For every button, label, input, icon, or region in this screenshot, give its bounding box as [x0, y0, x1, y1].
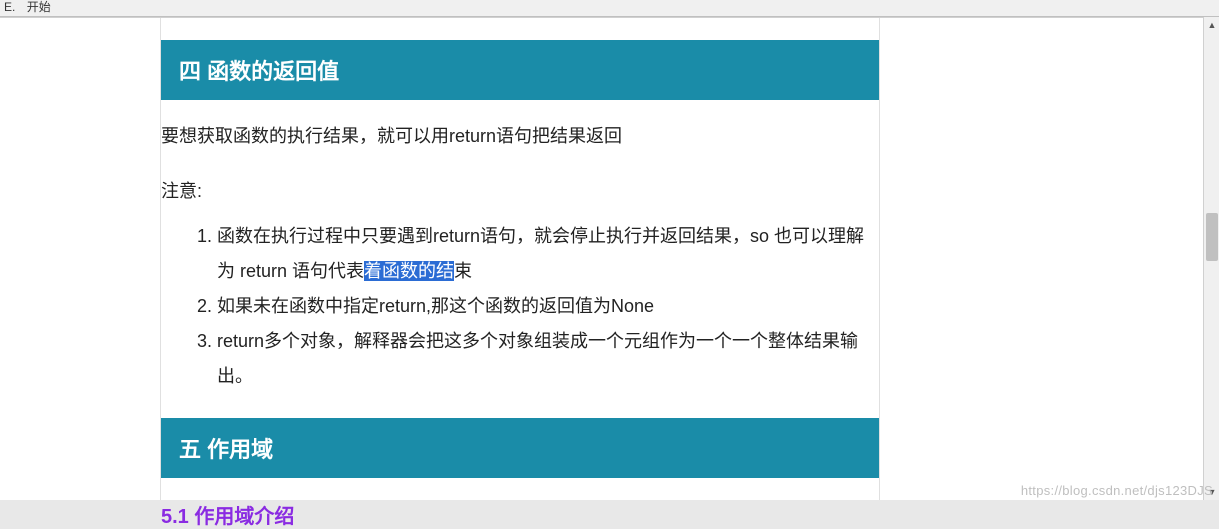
window-titlebar: E. 开始: [0, 0, 1219, 17]
note-1-pre: 函数在执行过程中只要遇到return语句，就会停止执行并返回结果，so 也可以理…: [217, 226, 864, 281]
menu-item-e[interactable]: E.: [4, 0, 15, 14]
list-item: 函数在执行过程中只要遇到return语句，就会停止执行并返回结果，so 也可以理…: [217, 219, 879, 289]
section-4-heading: 四 函数的返回值: [161, 40, 879, 100]
section-4-intro: 要想获取函数的执行结果，就可以用return语句把结果返回: [161, 122, 879, 151]
note-label: 注意:: [161, 177, 879, 203]
scroll-track[interactable]: [1204, 33, 1219, 484]
note-1-post: 束: [454, 261, 472, 281]
note-1-highlight[interactable]: 着函数的结: [364, 261, 454, 281]
document-viewport: 四 函数的返回值 要想获取函数的执行结果，就可以用return语句把结果返回 注…: [0, 17, 1219, 500]
scroll-thumb[interactable]: [1206, 213, 1218, 261]
document-page: 四 函数的返回值 要想获取函数的执行结果，就可以用return语句把结果返回 注…: [160, 18, 880, 500]
notes-list: 函数在执行过程中只要遇到return语句，就会停止执行并返回结果，so 也可以理…: [217, 219, 879, 394]
list-item: 如果未在函数中指定return,那这个函数的返回值为None: [217, 289, 879, 324]
scroll-up-arrow-icon[interactable]: ▲: [1204, 17, 1219, 33]
menu-item-start[interactable]: 开始: [27, 0, 51, 14]
section-5-heading: 五 作用域: [161, 418, 879, 478]
watermark-text: https://blog.csdn.net/djs123DJS: [1021, 483, 1213, 498]
list-item: return多个对象，解释器会把这多个对象组装成一个元组作为一个一个整体结果输出…: [217, 324, 879, 394]
section-5-1-heading: 5.1 作用域介绍: [161, 500, 879, 529]
vertical-scrollbar[interactable]: ▲ ▼: [1203, 17, 1219, 500]
